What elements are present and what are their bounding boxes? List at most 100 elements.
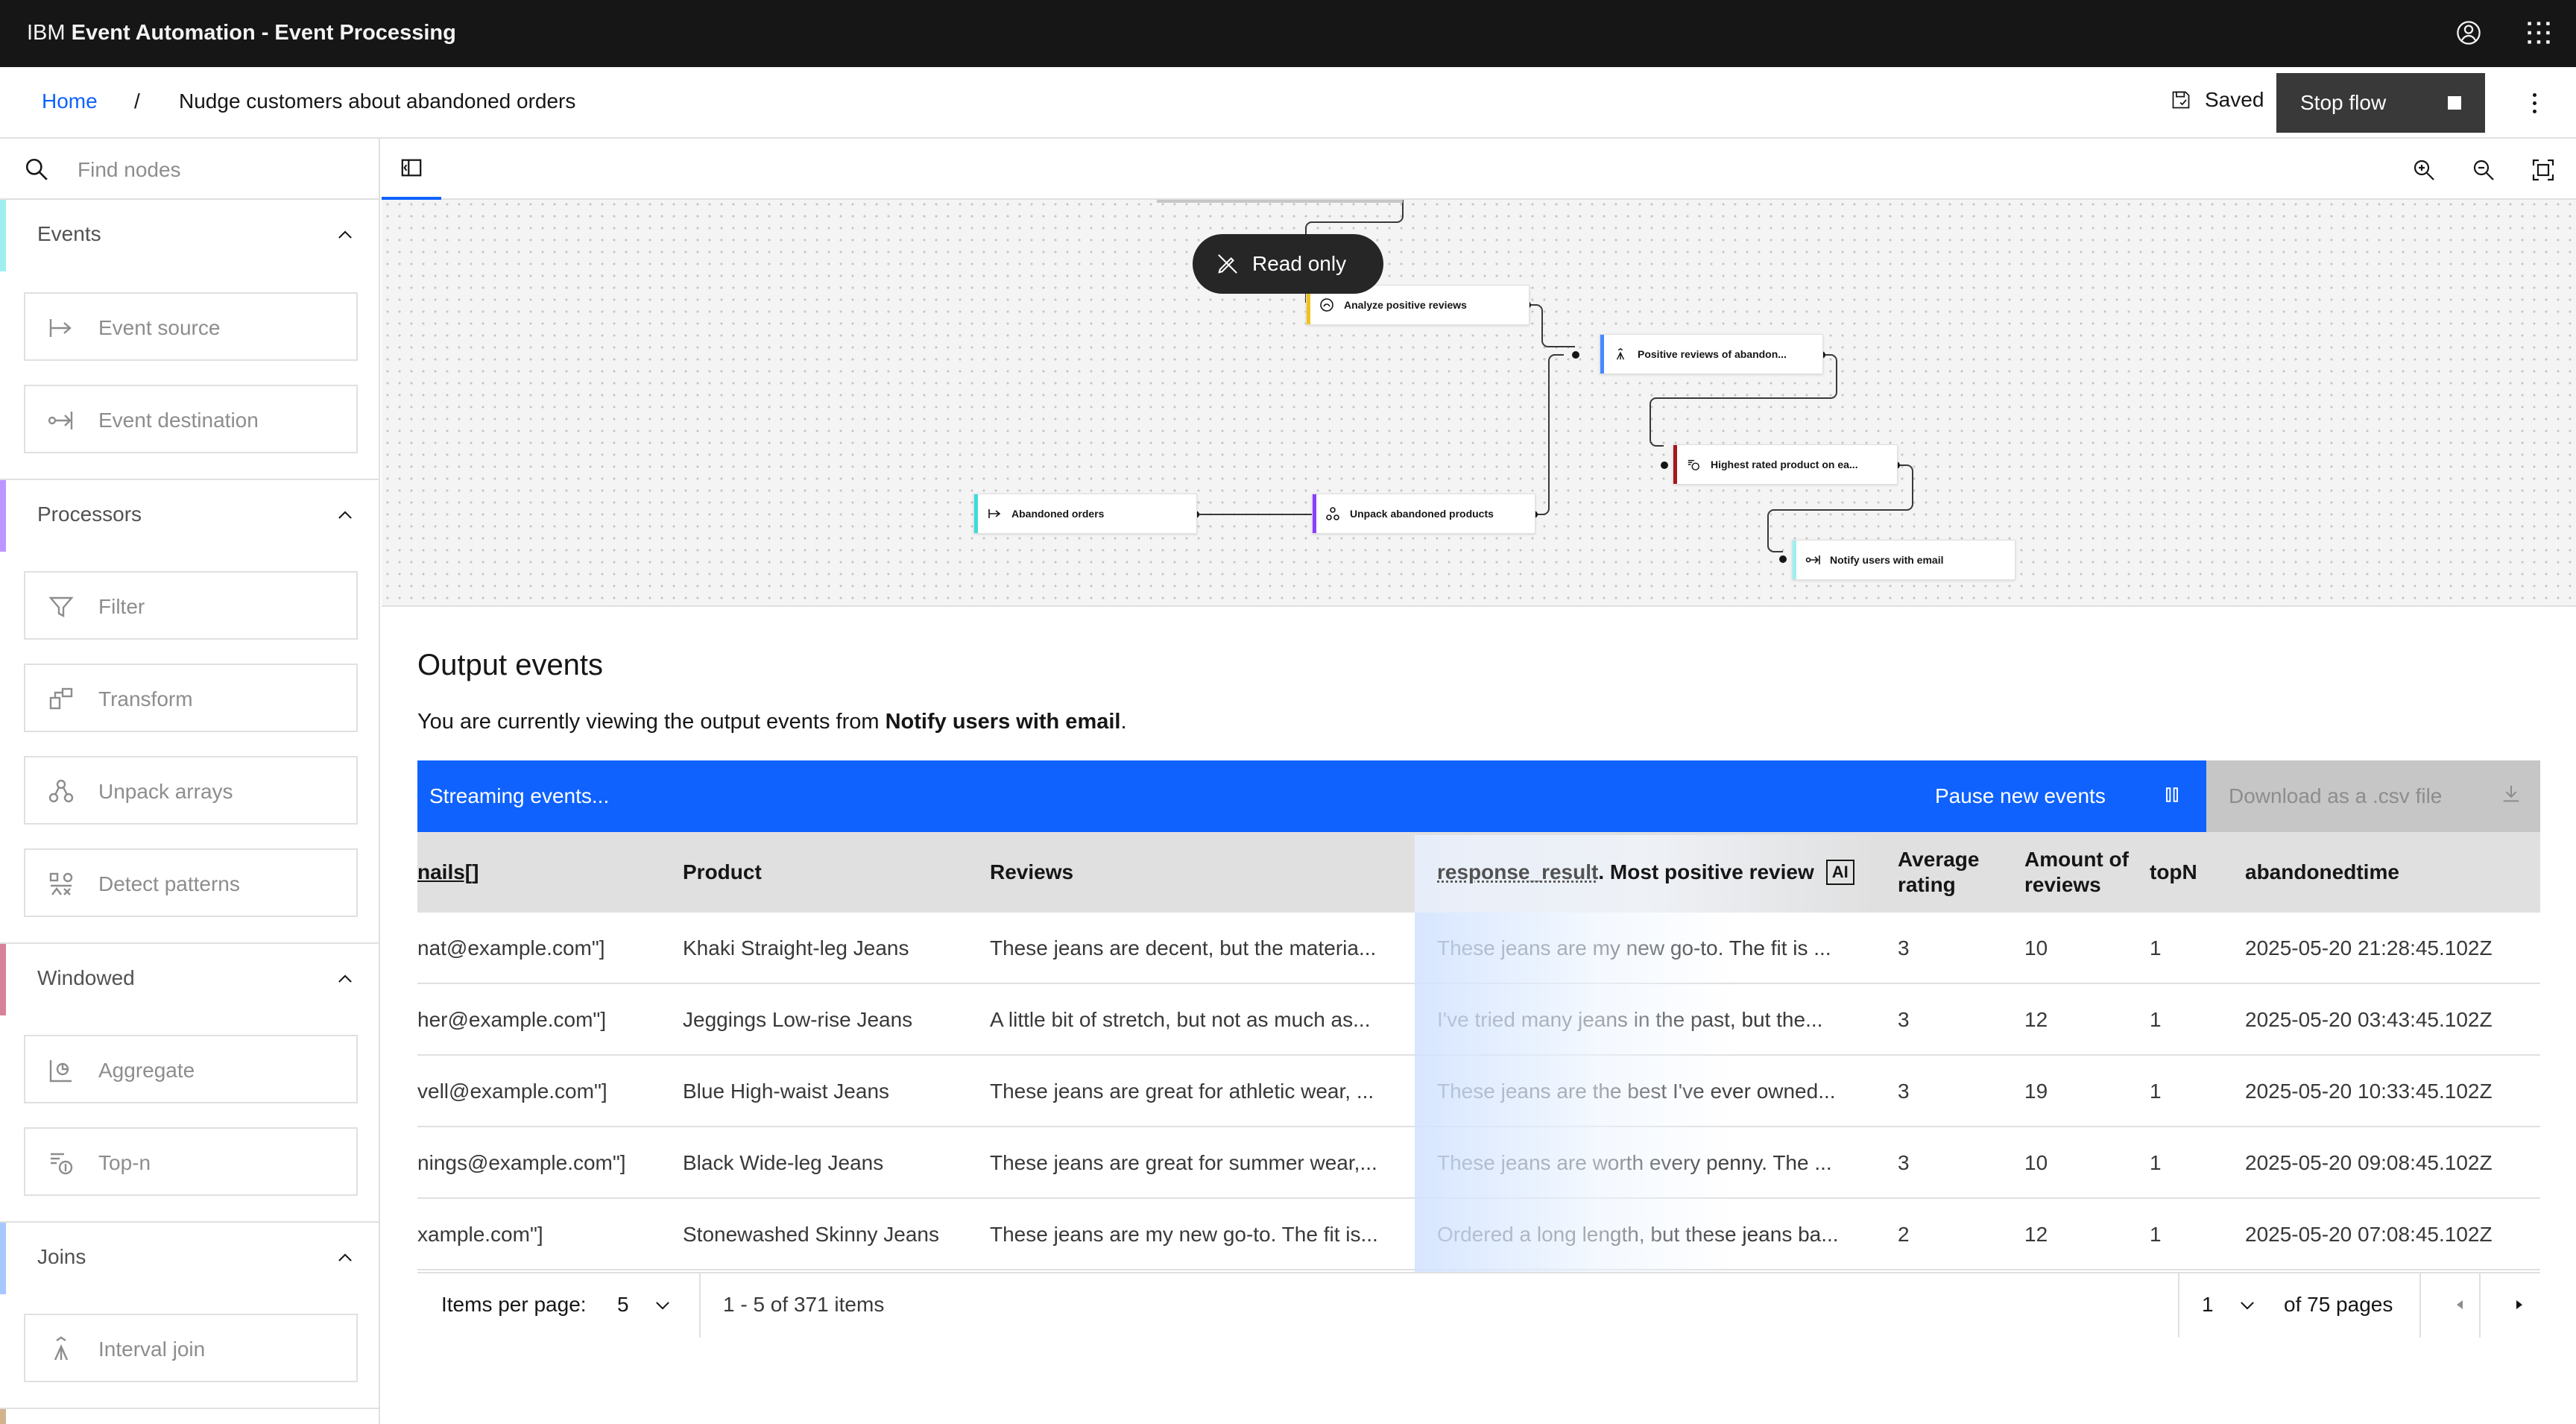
palette-node-event-destination[interactable]: Event destination <box>24 385 358 453</box>
flow-connectors <box>1157 200 1913 563</box>
palette-node-top-n[interactable]: Top-n <box>24 1127 358 1196</box>
ai-header-name: . Most positive review <box>1598 860 1814 883</box>
flow-node-label: Notify users with email <box>1830 554 1944 566</box>
cell-topn: 1 <box>2150 1223 2162 1246</box>
stop-flow-label: Stop flow <box>2300 91 2387 114</box>
column-header-ai-result[interactable]: response_result. Most positive review AI <box>1437 832 1877 913</box>
node-color-bar <box>1793 541 1796 579</box>
palette-node-filter[interactable]: Filter <box>24 571 358 640</box>
palette-node-label: Filter <box>98 595 145 618</box>
flow-node-positive-reviews[interactable]: Positive reviews of abandon... <box>1600 334 1823 374</box>
flow-canvas[interactable]: Analyze positive reviews Positive review… <box>382 139 2576 607</box>
chevron-down-icon[interactable] <box>653 1296 672 1315</box>
page-select[interactable]: 1 <box>2202 1293 2214 1317</box>
chevron-up-icon <box>338 230 352 239</box>
saved-status: Saved <box>2171 88 2264 112</box>
category-processors[interactable]: Processors <box>0 480 379 552</box>
zoom-in-button[interactable] <box>2408 154 2440 186</box>
cell-reviews: These jeans are decent, but the materia.… <box>990 936 1377 960</box>
flow-node-notify-users[interactable]: Notify users with email <box>1792 540 2015 580</box>
event-source-icon <box>986 505 1003 522</box>
column-header-average-rating[interactable]: Average rating <box>1898 832 2010 913</box>
overflow-menu-icon[interactable] <box>2519 84 2549 122</box>
table-row[interactable]: nings@example.com"] Black Wide-leg Jeans T… <box>417 1127 2540 1199</box>
pause-icon[interactable] <box>2162 784 2182 805</box>
category-events[interactable]: Events <box>0 200 379 271</box>
breadcrumb-current-flow: Nudge customers about abandoned orders <box>179 89 576 113</box>
palette-node-unpack-arrays[interactable]: Unpack arrays <box>24 756 358 825</box>
table-row[interactable]: nat@example.com"] Khaki Straight-leg Jean… <box>417 913 2540 984</box>
category-color-bar <box>0 200 6 271</box>
cell-ai: Ordered a long length, but these jeans b… <box>1437 1223 1839 1246</box>
node-search <box>0 139 379 200</box>
cell-product: Black Wide-leg Jeans <box>683 1151 884 1174</box>
table-row[interactable]: vell@example.com"] Blue High-waist Jeans T… <box>417 1056 2540 1127</box>
node-color-bar <box>1673 445 1677 484</box>
items-per-page-select[interactable]: 5 <box>617 1293 629 1317</box>
pager-divider <box>2479 1273 2481 1338</box>
cell-emails: xample.com"] <box>417 1223 543 1246</box>
category-windowed[interactable]: Windowed <box>0 944 379 1015</box>
cell-time: 2025-05-20 07:08:45.102Z <box>2245 1223 2493 1246</box>
desc-suffix: . <box>1120 710 1127 734</box>
pause-new-events-button[interactable]: Pause new events <box>1935 784 2106 808</box>
top-header-bar: IBM Event Automation - Event Processing <box>0 0 2576 67</box>
download-csv-button[interactable]: Download as a .csv file <box>2206 760 2540 832</box>
cell-reviews: A little bit of stretch, but not as much… <box>990 1008 1371 1031</box>
stop-flow-button[interactable]: Stop flow <box>2276 73 2485 133</box>
column-header-reviews[interactable]: Reviews <box>990 832 1407 913</box>
caret-left-icon[interactable] <box>2448 1293 2472 1317</box>
flow-node-highest-rated-product[interactable]: Highest rated product on ea... <box>1673 444 1898 485</box>
column-header-topn[interactable]: topN <box>2150 832 2232 913</box>
column-header-abandonedtime[interactable]: abandonedtime <box>2245 832 2536 913</box>
zoom-out-button[interactable] <box>2467 154 2500 186</box>
breadcrumb-bar: Home / Nudge customers about abandoned o… <box>0 67 2576 139</box>
event-source-icon <box>49 319 72 337</box>
flow-node-abandoned-orders[interactable]: Abandoned orders <box>973 494 1197 534</box>
category-color-bar <box>0 480 6 552</box>
cell-ai: These jeans are my new go-to. The fit is… <box>1437 936 1831 960</box>
cell-time: 2025-05-20 03:43:45.102Z <box>2245 1008 2493 1031</box>
palette-node-aggregate[interactable]: Aggregate <box>24 1035 358 1103</box>
palette-node-label: Detect patterns <box>98 872 240 895</box>
toggle-palette-button[interactable] <box>382 139 441 200</box>
user-profile-icon[interactable] <box>2452 16 2485 49</box>
ai-icon <box>1319 297 1335 313</box>
fit-to-screen-button[interactable] <box>2527 154 2560 186</box>
unpack-arrays-icon <box>48 779 74 803</box>
pagination: Items per page: 5 1 - 5 of 371 items 1 o… <box>417 1272 2540 1338</box>
table-row[interactable]: her@example.com"] Jeggings Low-rise Jeans… <box>417 984 2540 1056</box>
breadcrumb-separator: / <box>134 89 140 113</box>
breadcrumb-home-link[interactable]: Home <box>42 89 98 113</box>
flow-node-label: Positive reviews of abandon... <box>1638 348 1787 360</box>
app-brand[interactable]: IBM Event Automation - Event Processing <box>27 19 456 46</box>
palette-node-transform[interactable]: Transform <box>24 664 358 732</box>
top-n-icon <box>51 1153 73 1175</box>
palette-node-detect-patterns[interactable]: Detect patterns <box>24 848 358 917</box>
zoom-out-icon <box>2473 160 2494 180</box>
column-header-product[interactable]: Product <box>683 832 966 913</box>
palette-node-interval-join[interactable]: Interval join <box>24 1314 358 1382</box>
app-switcher-icon[interactable] <box>2522 16 2555 49</box>
palette-node-event-source[interactable]: Event source <box>24 292 358 361</box>
flow-node-unpack-abandoned-products[interactable]: Unpack abandoned products <box>1312 494 1535 534</box>
column-header-amount-of-reviews[interactable]: Amount of reviews <box>2024 832 2129 913</box>
cell-time: 2025-05-20 10:33:45.102Z <box>2245 1080 2493 1103</box>
find-nodes-input[interactable] <box>78 155 361 185</box>
unpack-arrays-icon <box>1325 505 1341 522</box>
aggregate-icon <box>49 1060 72 1083</box>
category-label: Processors <box>37 503 142 526</box>
column-header-emails[interactable]: nails[] <box>417 832 663 913</box>
cell-amount: 10 <box>2024 1151 2048 1174</box>
category-joins[interactable]: Joins <box>0 1223 379 1294</box>
chevron-up-icon <box>338 974 352 983</box>
items-per-page-label: Items per page: <box>441 1293 587 1316</box>
output-events-description: You are currently viewing the output eve… <box>417 710 1127 734</box>
interval-join-icon <box>54 1336 69 1361</box>
caret-right-icon[interactable] <box>2507 1293 2531 1317</box>
table-row[interactable]: xample.com"] Stonewashed Skinny Jeans Thes… <box>417 1199 2540 1270</box>
chevron-down-icon[interactable] <box>2238 1296 2257 1315</box>
palette-node-label: Unpack arrays <box>98 780 233 803</box>
category-label: Windowed <box>37 966 135 989</box>
pager-divider <box>699 1273 701 1338</box>
